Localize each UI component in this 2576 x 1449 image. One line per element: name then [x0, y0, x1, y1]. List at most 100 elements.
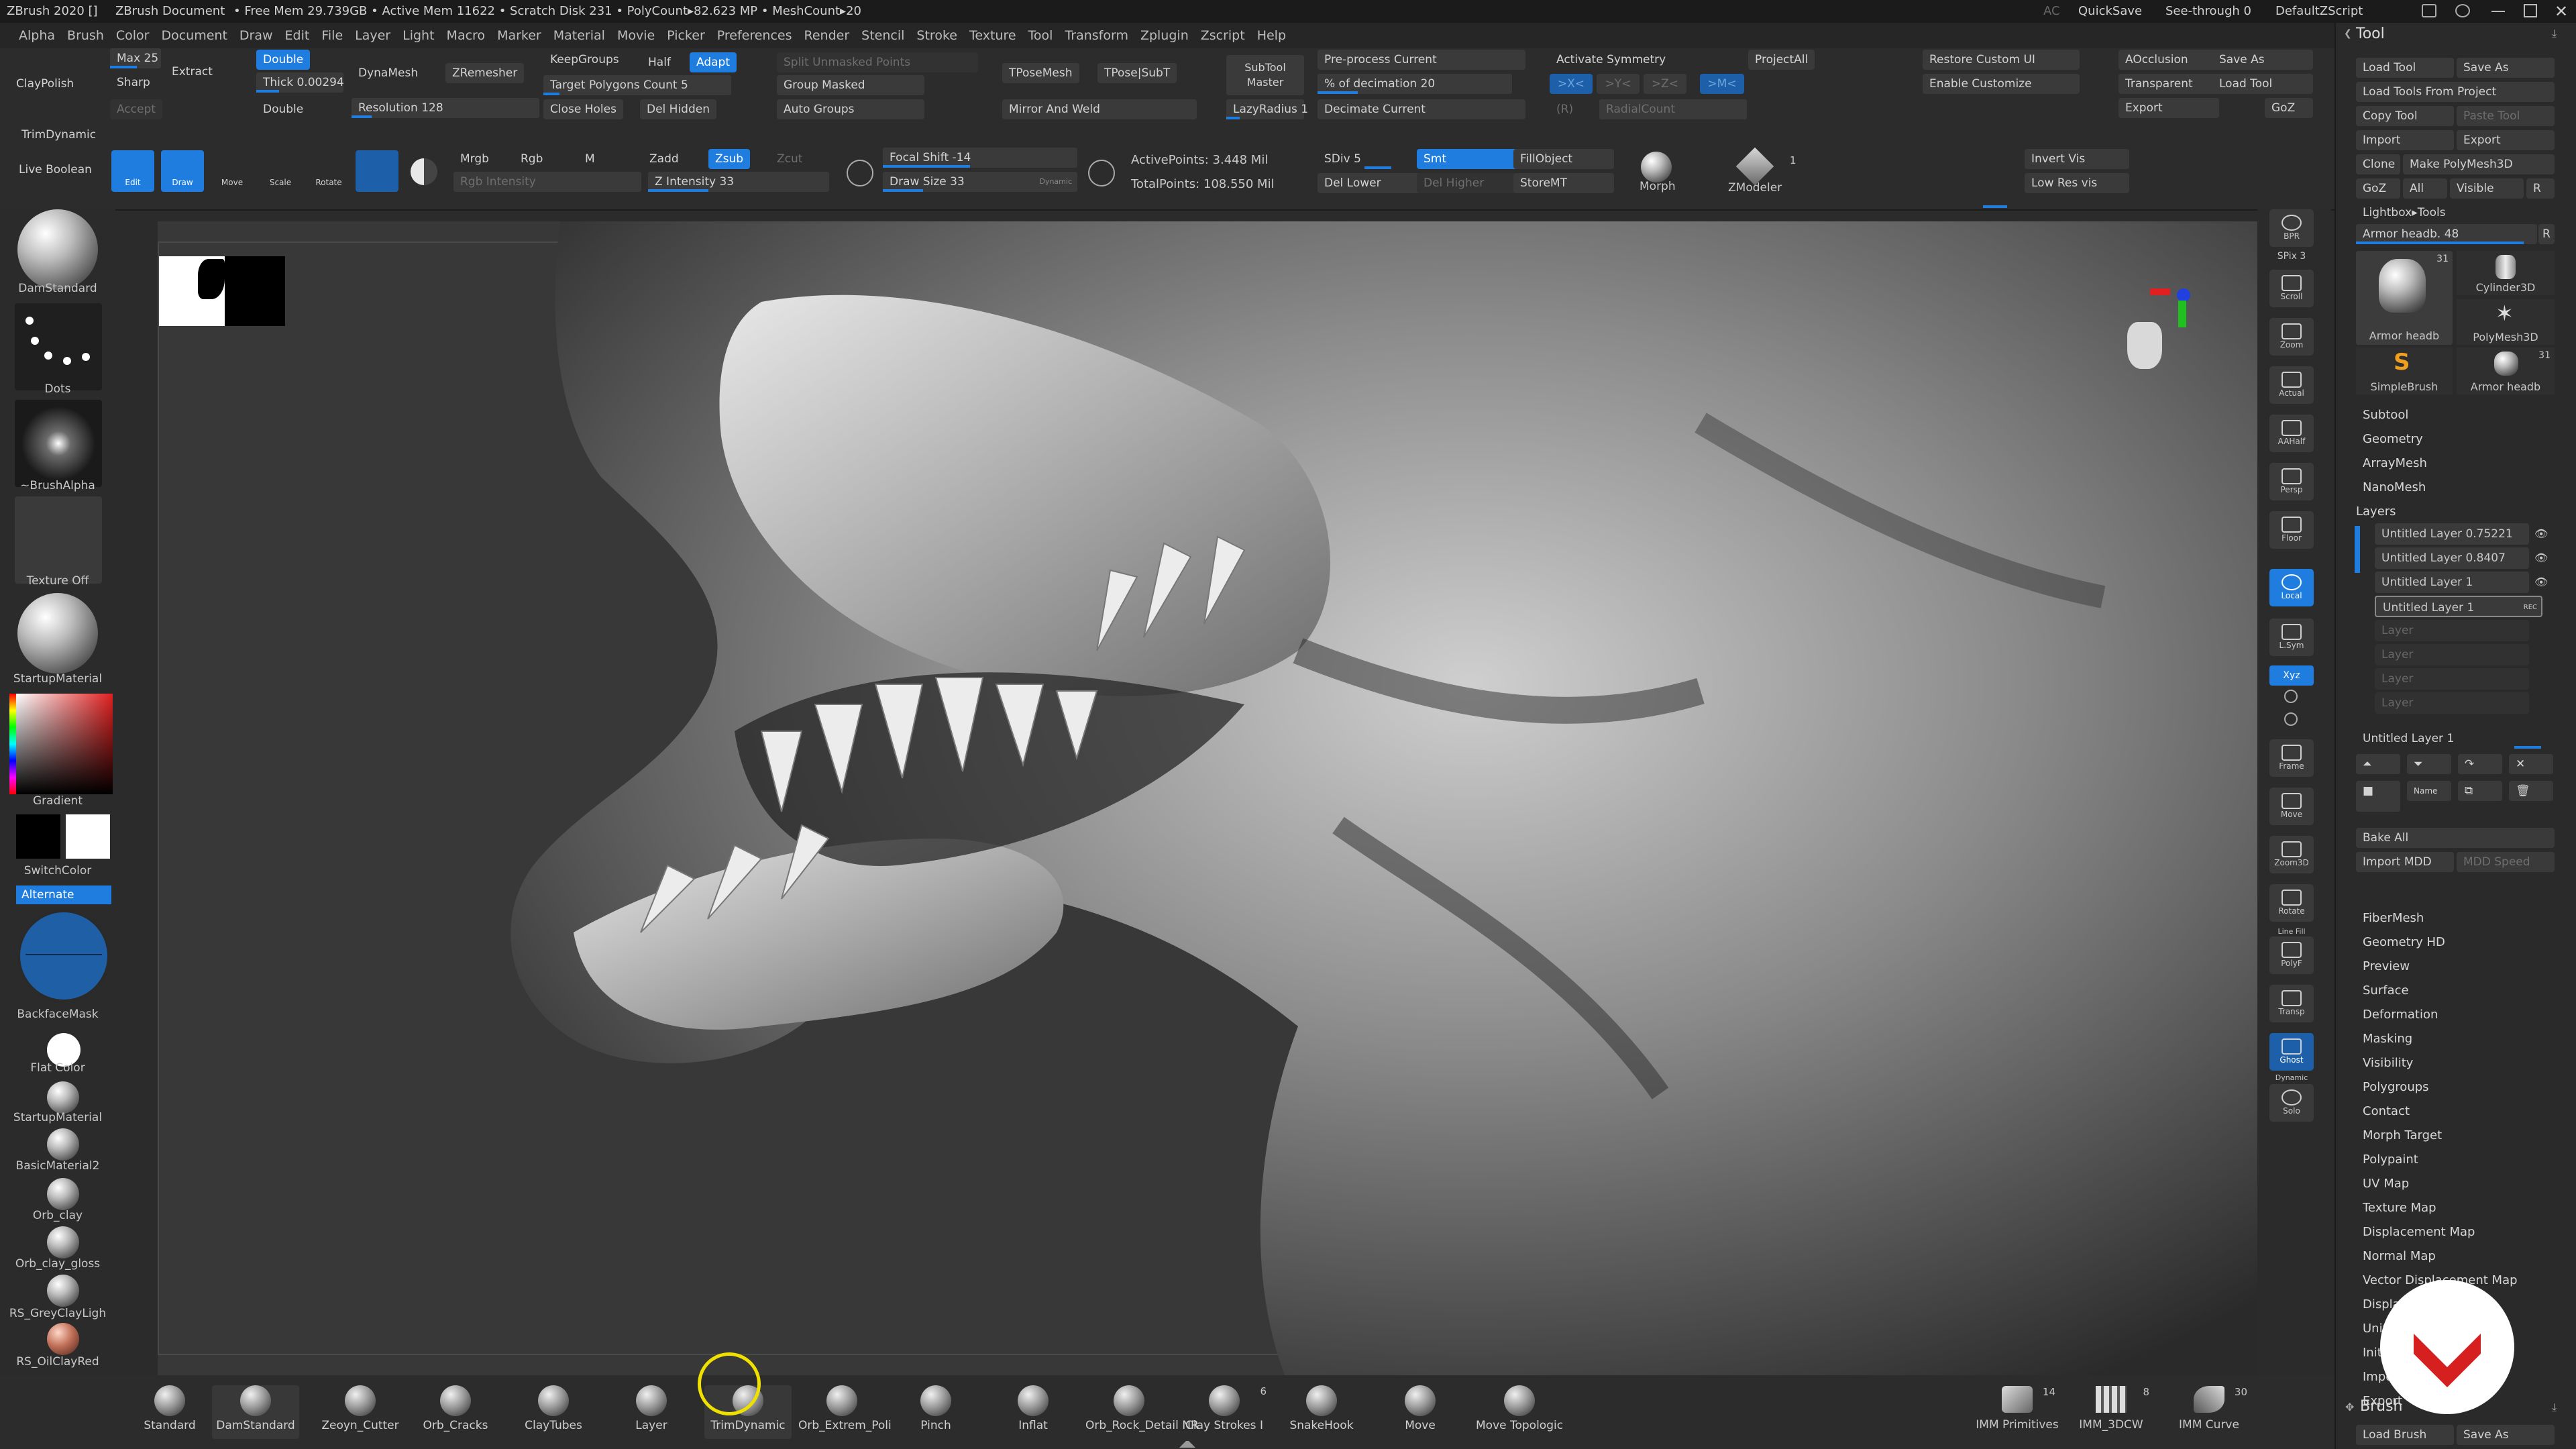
imm-3dcw-brush[interactable]: 8 IMM_3DCW	[2068, 1386, 2155, 1432]
menu-transform[interactable]: Transform	[1065, 23, 1128, 48]
brush-inflat[interactable]: Inflat	[989, 1385, 1077, 1439]
split-unmasked-button[interactable]: Split Unmasked Points	[777, 52, 978, 72]
paste-tool-button[interactable]: Paste Tool	[2457, 106, 2555, 126]
spix-slider[interactable]: SPix 3	[2269, 251, 2314, 262]
close-holes-button[interactable]: Close Holes	[543, 99, 623, 119]
dynamesh-button[interactable]: DynaMesh	[352, 63, 425, 83]
rotate-y-icon[interactable]	[2284, 690, 2298, 703]
ghost-button[interactable]: Ghost	[2269, 1033, 2314, 1071]
mrgb-button[interactable]: Mrgb	[453, 149, 496, 169]
menu-picker[interactable]: Picker	[667, 23, 705, 48]
bpr-button[interactable]: BPR	[2269, 209, 2314, 247]
make-polymesh3d-button[interactable]: Make PolyMesh3D	[2403, 154, 2555, 174]
brush-orb-extrem-poli[interactable]: Orb_Extrem_Poli	[798, 1385, 892, 1439]
sym-x-button[interactable]: >X<	[1550, 74, 1593, 94]
accept-button[interactable]: Accept	[110, 99, 162, 119]
subpalette-fibermesh[interactable]: FiberMesh	[2363, 911, 2424, 925]
aahalf-button[interactable]: AAHalf	[2269, 415, 2314, 452]
layer-new-icon[interactable]: ■	[2356, 781, 2400, 812]
menu-macro[interactable]: Macro	[447, 23, 486, 48]
menu-zscript[interactable]: Zscript	[1201, 23, 1245, 48]
del-hidden-button[interactable]: Del Hidden	[640, 99, 716, 119]
draw-size-slider[interactable]: Draw Size 33 Dynamic	[883, 172, 1077, 192]
quicksave-button[interactable]: QuickSave	[2078, 0, 2142, 23]
menu-movie[interactable]: Movie	[617, 23, 655, 48]
del-lower-button[interactable]: Del Lower	[1318, 173, 1425, 193]
material-icon[interactable]	[17, 593, 98, 674]
brush-move-topologic[interactable]: Move Topologic	[1476, 1385, 1563, 1439]
material-basic2-icon[interactable]	[47, 1128, 79, 1161]
menu-preferences[interactable]: Preferences	[717, 23, 792, 48]
brush-damstandard[interactable]: DamStandard	[212, 1385, 299, 1439]
subpalette-uv-map[interactable]: UV Map	[2363, 1177, 2409, 1191]
rotate-view-button[interactable]: Rotate	[2269, 884, 2314, 922]
goz-button[interactable]: GoZ	[2265, 98, 2313, 118]
edit-button[interactable]: Edit	[111, 150, 154, 192]
arraymesh-subpalette[interactable]: ArrayMesh	[2363, 456, 2427, 470]
tool-thumb-cylinder[interactable]: Cylinder3D	[2457, 251, 2555, 295]
layer-move-down-icon[interactable]: ⏷	[2407, 754, 2451, 774]
material-sphere-icon[interactable]	[411, 158, 437, 185]
local-button[interactable]: Local	[2269, 569, 2314, 606]
sym-y-button[interactable]: >Y<	[1597, 74, 1640, 94]
lightbox-tools-button[interactable]: Lightbox▸Tools	[2356, 203, 2555, 223]
tool-save-as-button[interactable]: Save As	[2457, 58, 2555, 78]
low-res-vis-button[interactable]: Low Res vis	[2025, 173, 2129, 193]
zoom3d-button[interactable]: Zoom3D	[2269, 836, 2314, 873]
scale-button[interactable]: Scale	[259, 150, 302, 192]
mdd-speed-slider[interactable]: MDD Speed	[2457, 852, 2555, 872]
brush-panel-move-icon[interactable]: ✥	[2345, 1401, 2354, 1413]
sharp-button[interactable]: Sharp	[110, 72, 157, 93]
load-tool-button[interactable]: Load Tool	[2212, 74, 2313, 94]
move-view-button[interactable]: Move	[2269, 788, 2314, 825]
subpalette-deformation[interactable]: Deformation	[2363, 1008, 2438, 1022]
brush-orb-cracks[interactable]: Orb_Cracks	[412, 1385, 499, 1439]
layer-row-8[interactable]: Layer	[2375, 692, 2529, 714]
live-boolean-button[interactable]: Live Boolean	[12, 160, 99, 180]
tool-thumb-polymesh[interactable]: ✶ PolyMesh3D	[2457, 299, 2555, 345]
trimdynamic-button[interactable]: TrimDynamic	[15, 125, 103, 145]
menu-tool[interactable]: Tool	[1028, 23, 1053, 48]
thick-slider[interactable]: Thick 0.00294	[256, 72, 344, 93]
layers-scrollbar[interactable]	[2355, 526, 2360, 573]
hue-strip[interactable]	[9, 694, 16, 794]
sdiv-slider[interactable]: SDiv 5	[1318, 149, 1414, 169]
menu-marker[interactable]: Marker	[497, 23, 541, 48]
menu-edit[interactable]: Edit	[285, 23, 310, 48]
main-color-swatch[interactable]	[66, 814, 110, 859]
layer-1-eye-icon[interactable]: 👁	[2534, 527, 2548, 540]
color-picker[interactable]	[16, 694, 113, 794]
material-rs-grey-icon[interactable]	[47, 1275, 79, 1307]
maximize-icon[interactable]	[2524, 4, 2537, 17]
move-button[interactable]: Move	[211, 150, 254, 192]
layer-row-1[interactable]: Untitled Layer 0.75221	[2375, 523, 2529, 545]
orientation-gizmo[interactable]	[2123, 288, 2190, 376]
lsym-button[interactable]: L.Sym	[2269, 619, 2314, 656]
layer-row-3[interactable]: Untitled Layer 1	[2375, 572, 2529, 593]
palette-icon[interactable]	[2455, 4, 2470, 17]
nanomesh-subpalette[interactable]: NanoMesh	[2363, 480, 2426, 494]
gradient-label[interactable]: Gradient	[0, 794, 115, 808]
subpalette-preview[interactable]: Preview	[2363, 959, 2410, 973]
draw-button[interactable]: Draw	[161, 150, 204, 192]
subpalette-displacement-map[interactable]: Displacement Map	[2363, 1225, 2475, 1239]
subpalette-visibility[interactable]: Visibility	[2363, 1056, 2413, 1070]
brush-panel-dock-icon[interactable]: ⤓	[2552, 1401, 2557, 1414]
m-button[interactable]: M	[578, 149, 602, 169]
goz-r-button[interactable]: R	[2526, 178, 2555, 199]
subtool-subpalette[interactable]: Subtool	[2363, 408, 2408, 422]
zmodeler-icon[interactable]	[1735, 147, 1774, 186]
brush-move[interactable]: Move	[1377, 1385, 1464, 1439]
scroll-button[interactable]: Scroll	[2269, 270, 2314, 307]
brush-pinch[interactable]: Pinch	[892, 1385, 979, 1439]
minimize-icon[interactable]	[2491, 11, 2505, 12]
del-higher-button[interactable]: Del Higher	[1417, 173, 1524, 193]
rotate-button[interactable]: Rotate	[307, 150, 350, 192]
menu-color[interactable]: Color	[116, 23, 150, 48]
auto-groups-button[interactable]: Auto Groups	[777, 99, 924, 119]
zoom-button[interactable]: Zoom	[2269, 318, 2314, 356]
transparent-button[interactable]: Transparent	[2118, 74, 2219, 94]
radial-count-slider[interactable]: RadialCount	[1599, 99, 1747, 119]
fillobject-button[interactable]: FillObject	[1513, 149, 1614, 169]
subpalette-polygroups[interactable]: Polygroups	[2363, 1080, 2429, 1094]
